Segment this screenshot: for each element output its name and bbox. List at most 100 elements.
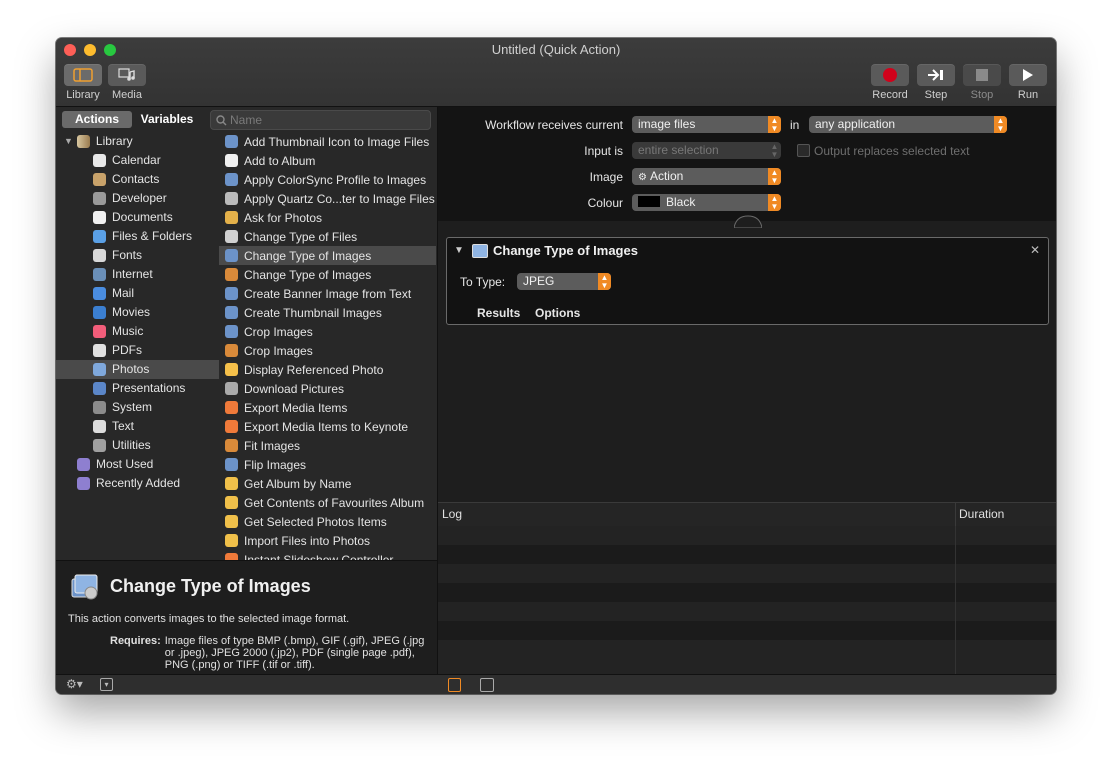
- list-view-icon[interactable]: [448, 678, 461, 692]
- list-item[interactable]: Apply Quartz Co...ter to Image Files: [219, 189, 436, 208]
- disclosure-triangle-icon[interactable]: ▼: [64, 132, 73, 151]
- sidebar-item-music[interactable]: Music: [56, 322, 219, 341]
- list-item[interactable]: Export Media Items: [219, 398, 436, 417]
- tab-options[interactable]: Options: [535, 306, 580, 320]
- list-item[interactable]: Display Referenced Photo: [219, 360, 436, 379]
- library-root-row[interactable]: ▼ Library: [56, 132, 219, 151]
- search-input[interactable]: [227, 113, 420, 127]
- sidebar-item-contacts[interactable]: Contacts: [56, 170, 219, 189]
- action-label: Crop Images: [244, 343, 313, 358]
- input-is-value: entire selection: [638, 143, 719, 157]
- list-item[interactable]: Ask for Photos: [219, 208, 436, 227]
- sidebar-item-documents[interactable]: Documents: [56, 208, 219, 227]
- action-label: Import Files into Photos: [244, 533, 371, 548]
- action-label: Crop Images: [244, 324, 313, 339]
- gear-menu-icon[interactable]: ⚙▾: [66, 677, 83, 691]
- smart-group-label: Recently Added: [96, 476, 181, 490]
- to-type-value: JPEG: [523, 274, 555, 288]
- search-icon: [216, 114, 227, 125]
- run-button[interactable]: Run: [1009, 64, 1047, 101]
- sidebar-item-internet[interactable]: Internet: [56, 265, 219, 284]
- folder-icon: [93, 230, 106, 243]
- action-label: Create Thumbnail Images: [244, 305, 382, 320]
- list-item[interactable]: Get Selected Photos Items: [219, 512, 436, 531]
- list-item[interactable]: Get Album by Name: [219, 474, 436, 493]
- receives-popup[interactable]: image files ▲ ▼: [632, 116, 781, 133]
- action-icon: [225, 534, 238, 547]
- list-item[interactable]: Import Files into Photos: [219, 531, 436, 550]
- tab-results[interactable]: Results: [477, 306, 520, 320]
- action-icon: [225, 154, 238, 167]
- list-item[interactable]: Create Banner Image from Text: [219, 284, 436, 303]
- list-item[interactable]: Crop Images: [219, 341, 436, 360]
- mail-icon: [93, 287, 106, 300]
- list-item[interactable]: Download Pictures: [219, 379, 436, 398]
- stop-icon: [963, 64, 1001, 86]
- action-label: Apply Quartz Co...ter to Image Files: [244, 191, 435, 206]
- sidebar-item-utilities[interactable]: Utilities: [56, 436, 219, 455]
- action-label: Get Contents of Favourites Album: [244, 495, 425, 510]
- toolbar: Untitled (Quick Action) Library Media Re…: [56, 38, 1056, 107]
- popup-arrows-icon: ▲ ▼: [768, 194, 781, 211]
- smart-group-recently-added[interactable]: Recently Added: [56, 474, 219, 493]
- list-item[interactable]: Add Thumbnail Icon to Image Files: [219, 132, 436, 151]
- action-icon: [225, 325, 238, 338]
- movies-icon: [93, 306, 106, 319]
- sidebar-item-system[interactable]: System: [56, 398, 219, 417]
- sidebar-item-files-folders[interactable]: Files & Folders: [56, 227, 219, 246]
- sidebar-item-photos[interactable]: Photos: [56, 360, 219, 379]
- list-item[interactable]: Get Contents of Favourites Album: [219, 493, 436, 512]
- list-item[interactable]: Change Type of Files: [219, 227, 436, 246]
- smart-group-most-used[interactable]: Most Used: [56, 455, 219, 474]
- stop-button[interactable]: Stop: [963, 64, 1001, 101]
- tab-variables[interactable]: Variables: [132, 111, 202, 128]
- music-icon: [93, 325, 106, 338]
- input-is-popup[interactable]: entire selection ▲ ▼: [632, 142, 781, 159]
- list-item[interactable]: Crop Images: [219, 322, 436, 341]
- action-card-change-type-of-images[interactable]: ▼ Change Type of Images ✕ To Type: JPEG …: [446, 237, 1049, 325]
- sidebar-item-label: Text: [112, 419, 135, 433]
- smart-group-label: Most Used: [96, 457, 154, 471]
- action-label: Display Referenced Photo: [244, 362, 384, 377]
- sidebar-item-label: Fonts: [112, 248, 143, 262]
- sidebar-item-developer[interactable]: Developer: [56, 189, 219, 208]
- media-toolbar-button[interactable]: Media: [108, 64, 146, 101]
- list-item[interactable]: Change Type of Images: [219, 265, 436, 284]
- log-column-header[interactable]: Log: [442, 507, 462, 521]
- application-popup[interactable]: any application ▲ ▼: [809, 116, 1007, 133]
- requires-text: Image files of type BMP (.bmp), GIF (.gi…: [164, 635, 425, 671]
- sidebar-item-mail[interactable]: Mail: [56, 284, 219, 303]
- sidebar-item-presentations[interactable]: Presentations: [56, 379, 219, 398]
- to-type-popup[interactable]: JPEG ▲ ▼: [517, 273, 611, 290]
- list-item[interactable]: Fit Images: [219, 436, 436, 455]
- list-item[interactable]: Apply ColorSync Profile to Images: [219, 170, 436, 189]
- duration-column-header[interactable]: Duration: [959, 507, 1004, 521]
- list-item[interactable]: Export Media Items to Keynote: [219, 417, 436, 436]
- sidebar-item-movies[interactable]: Movies: [56, 303, 219, 322]
- toggle-description-icon[interactable]: ▾: [100, 678, 113, 691]
- list-item[interactable]: Create Thumbnail Images: [219, 303, 436, 322]
- popup-arrows-icon: ▲ ▼: [768, 116, 781, 133]
- step-button[interactable]: Step: [917, 64, 955, 101]
- library-pane: Actions Variables ▼ Library Calendar Cont…: [56, 107, 438, 675]
- list-item[interactable]: Instant Slideshow Controller: [219, 550, 436, 560]
- sidebar-item-text[interactable]: Text: [56, 417, 219, 436]
- output-replaces-checkbox[interactable]: [797, 144, 810, 157]
- disclosure-triangle-icon[interactable]: ▼: [454, 245, 464, 256]
- search-field: [210, 110, 431, 130]
- tab-actions[interactable]: Actions: [62, 111, 132, 128]
- close-icon[interactable]: ✕: [1030, 243, 1040, 257]
- list-item[interactable]: Flip Images: [219, 455, 436, 474]
- flow-view-icon[interactable]: [480, 678, 494, 692]
- list-item[interactable]: Change Type of Images: [219, 246, 436, 265]
- stop-label: Stop: [970, 89, 994, 101]
- sidebar-item-calendar[interactable]: Calendar: [56, 151, 219, 170]
- colour-popup[interactable]: Black ▲ ▼: [632, 194, 781, 211]
- sidebar-item-fonts[interactable]: Fonts: [56, 246, 219, 265]
- library-toolbar-button[interactable]: Library: [64, 64, 102, 101]
- sidebar-item-pdfs[interactable]: PDFs: [56, 341, 219, 360]
- image-popup[interactable]: ⚙ Action ▲ ▼: [632, 168, 781, 185]
- record-button[interactable]: Record: [870, 64, 910, 101]
- action-list: Add Thumbnail Icon to Image Files Add to …: [219, 132, 436, 560]
- list-item[interactable]: Add to Album: [219, 151, 436, 170]
